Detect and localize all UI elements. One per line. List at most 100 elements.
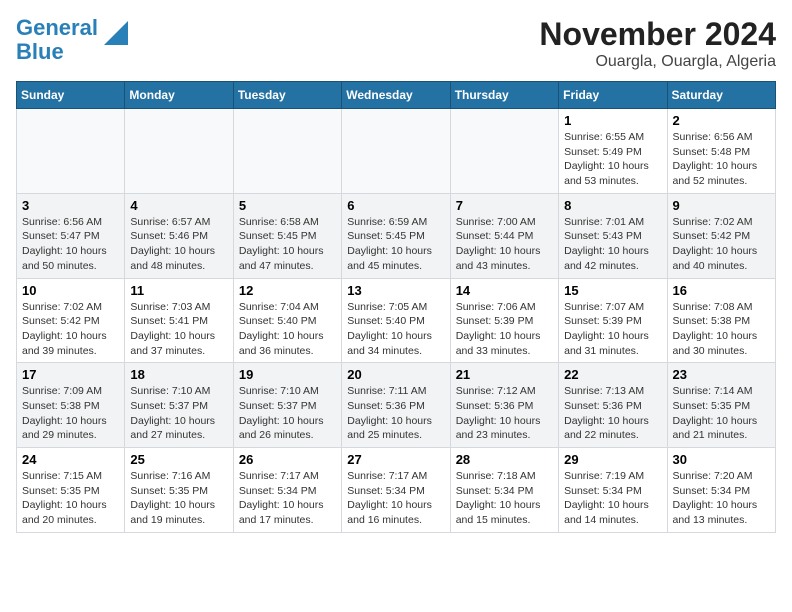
calendar-cell: 8 Sunrise: 7:01 AM Sunset: 5:43 PM Daylig… (559, 193, 667, 278)
day-number: 13 (347, 283, 444, 298)
day-detail: Sunrise: 6:59 AM Sunset: 5:45 PM Dayligh… (347, 215, 444, 274)
day-number: 29 (564, 452, 661, 467)
calendar-cell: 12Sunrise: 7:04 AM Sunset: 5:40 PM Dayli… (233, 278, 341, 363)
day-detail: Sunrise: 7:07 AM Sunset: 5:39 PM Dayligh… (564, 300, 661, 359)
day-detail: Sunrise: 7:10 AM Sunset: 5:37 PM Dayligh… (130, 384, 227, 443)
weekday-header: Tuesday (233, 82, 341, 109)
weekday-header: Monday (125, 82, 233, 109)
day-detail: Sunrise: 7:10 AM Sunset: 5:37 PM Dayligh… (239, 384, 336, 443)
day-detail: Sunrise: 7:11 AM Sunset: 5:36 PM Dayligh… (347, 384, 444, 443)
day-number: 2 (673, 113, 770, 128)
calendar-cell: 7 Sunrise: 7:00 AM Sunset: 5:44 PM Daylig… (450, 193, 558, 278)
calendar-cell: 26 Sunrise: 7:17 AM Sunset: 5:34 PM Dayli… (233, 448, 341, 533)
weekday-header: Saturday (667, 82, 775, 109)
weekday-header-row: SundayMondayTuesdayWednesdayThursdayFrid… (17, 82, 776, 109)
day-number: 28 (456, 452, 553, 467)
day-detail: Sunrise: 7:01 AM Sunset: 5:43 PM Dayligh… (564, 215, 661, 274)
day-number: 10 (22, 283, 119, 298)
calendar-cell: 27Sunrise: 7:17 AM Sunset: 5:34 PM Dayli… (342, 448, 450, 533)
day-number: 22 (564, 367, 661, 382)
day-number: 4 (130, 198, 227, 213)
calendar-cell: 11Sunrise: 7:03 AM Sunset: 5:41 PM Dayli… (125, 278, 233, 363)
day-number: 3 (22, 198, 119, 213)
calendar-cell: 22Sunrise: 7:13 AM Sunset: 5:36 PM Dayli… (559, 363, 667, 448)
day-number: 17 (22, 367, 119, 382)
calendar-cell: 1 Sunrise: 6:55 AM Sunset: 5:49 PM Daylig… (559, 109, 667, 194)
day-detail: Sunrise: 7:08 AM Sunset: 5:38 PM Dayligh… (673, 300, 770, 359)
calendar-week-row: 24 Sunrise: 7:15 AM Sunset: 5:35 PM Dayli… (17, 448, 776, 533)
day-number: 1 (564, 113, 661, 128)
day-number: 23 (673, 367, 770, 382)
calendar-cell: 28Sunrise: 7:18 AM Sunset: 5:34 PM Dayli… (450, 448, 558, 533)
day-detail: Sunrise: 6:55 AM Sunset: 5:49 PM Dayligh… (564, 130, 661, 189)
calendar-cell: 15Sunrise: 7:07 AM Sunset: 5:39 PM Dayli… (559, 278, 667, 363)
calendar-cell: 17 Sunrise: 7:09 AM Sunset: 5:38 PM Dayli… (17, 363, 125, 448)
calendar-table: SundayMondayTuesdayWednesdayThursdayFrid… (16, 81, 776, 533)
day-detail: Sunrise: 7:16 AM Sunset: 5:35 PM Dayligh… (130, 469, 227, 528)
day-number: 6 (347, 198, 444, 213)
calendar-week-row: 17 Sunrise: 7:09 AM Sunset: 5:38 PM Dayli… (17, 363, 776, 448)
calendar-cell: 19 Sunrise: 7:10 AM Sunset: 5:37 PM Dayli… (233, 363, 341, 448)
day-detail: Sunrise: 6:56 AM Sunset: 5:47 PM Dayligh… (22, 215, 119, 274)
calendar-cell: 2 Sunrise: 6:56 AM Sunset: 5:48 PM Daylig… (667, 109, 775, 194)
day-number: 18 (130, 367, 227, 382)
calendar-cell: 25 Sunrise: 7:16 AM Sunset: 5:35 PM Dayli… (125, 448, 233, 533)
calendar-week-row: 10Sunrise: 7:02 AM Sunset: 5:42 PM Dayli… (17, 278, 776, 363)
logo-text: GeneralBlue (16, 16, 98, 64)
day-number: 16 (673, 283, 770, 298)
day-number: 19 (239, 367, 336, 382)
day-detail: Sunrise: 7:17 AM Sunset: 5:34 PM Dayligh… (239, 469, 336, 528)
day-number: 26 (239, 452, 336, 467)
day-detail: Sunrise: 6:56 AM Sunset: 5:48 PM Dayligh… (673, 130, 770, 189)
day-detail: Sunrise: 7:19 AM Sunset: 5:34 PM Dayligh… (564, 469, 661, 528)
calendar-cell: 23 Sunrise: 7:14 AM Sunset: 5:35 PM Dayli… (667, 363, 775, 448)
day-number: 21 (456, 367, 553, 382)
calendar-cell: 5 Sunrise: 6:58 AM Sunset: 5:45 PM Daylig… (233, 193, 341, 278)
weekday-header: Friday (559, 82, 667, 109)
weekday-header: Wednesday (342, 82, 450, 109)
calendar-cell (233, 109, 341, 194)
day-detail: Sunrise: 7:15 AM Sunset: 5:35 PM Dayligh… (22, 469, 119, 528)
calendar-cell (342, 109, 450, 194)
calendar-week-row: 3 Sunrise: 6:56 AM Sunset: 5:47 PM Daylig… (17, 193, 776, 278)
calendar-cell (17, 109, 125, 194)
calendar-cell: 6 Sunrise: 6:59 AM Sunset: 5:45 PM Daylig… (342, 193, 450, 278)
header: GeneralBlue November 2024 Ouargla, Ouarg… (16, 16, 776, 71)
day-number: 7 (456, 198, 553, 213)
calendar-cell: 18 Sunrise: 7:10 AM Sunset: 5:37 PM Dayli… (125, 363, 233, 448)
day-detail: Sunrise: 7:04 AM Sunset: 5:40 PM Dayligh… (239, 300, 336, 359)
day-detail: Sunrise: 6:57 AM Sunset: 5:46 PM Dayligh… (130, 215, 227, 274)
day-number: 14 (456, 283, 553, 298)
logo-arrow-icon (100, 21, 128, 49)
calendar-title: November 2024 (539, 16, 776, 53)
day-number: 24 (22, 452, 119, 467)
day-detail: Sunrise: 7:00 AM Sunset: 5:44 PM Dayligh… (456, 215, 553, 274)
calendar-week-row: 1 Sunrise: 6:55 AM Sunset: 5:49 PM Daylig… (17, 109, 776, 194)
calendar-cell: 24 Sunrise: 7:15 AM Sunset: 5:35 PM Dayli… (17, 448, 125, 533)
logo: GeneralBlue (16, 16, 128, 64)
calendar-cell: 4 Sunrise: 6:57 AM Sunset: 5:46 PM Daylig… (125, 193, 233, 278)
day-detail: Sunrise: 7:14 AM Sunset: 5:35 PM Dayligh… (673, 384, 770, 443)
day-number: 25 (130, 452, 227, 467)
day-detail: Sunrise: 6:58 AM Sunset: 5:45 PM Dayligh… (239, 215, 336, 274)
calendar-cell (450, 109, 558, 194)
day-detail: Sunrise: 7:02 AM Sunset: 5:42 PM Dayligh… (673, 215, 770, 274)
calendar-cell (125, 109, 233, 194)
calendar-cell: 10Sunrise: 7:02 AM Sunset: 5:42 PM Dayli… (17, 278, 125, 363)
day-number: 11 (130, 283, 227, 298)
day-detail: Sunrise: 7:20 AM Sunset: 5:34 PM Dayligh… (673, 469, 770, 528)
day-number: 20 (347, 367, 444, 382)
calendar-cell: 20 Sunrise: 7:11 AM Sunset: 5:36 PM Dayli… (342, 363, 450, 448)
calendar-cell: 9 Sunrise: 7:02 AM Sunset: 5:42 PM Daylig… (667, 193, 775, 278)
weekday-header: Sunday (17, 82, 125, 109)
day-detail: Sunrise: 7:05 AM Sunset: 5:40 PM Dayligh… (347, 300, 444, 359)
day-number: 5 (239, 198, 336, 213)
calendar-cell: 30 Sunrise: 7:20 AM Sunset: 5:34 PM Dayli… (667, 448, 775, 533)
day-number: 30 (673, 452, 770, 467)
day-detail: Sunrise: 7:12 AM Sunset: 5:36 PM Dayligh… (456, 384, 553, 443)
calendar-cell: 16 Sunrise: 7:08 AM Sunset: 5:38 PM Dayli… (667, 278, 775, 363)
day-number: 8 (564, 198, 661, 213)
day-detail: Sunrise: 7:09 AM Sunset: 5:38 PM Dayligh… (22, 384, 119, 443)
day-number: 9 (673, 198, 770, 213)
day-detail: Sunrise: 7:06 AM Sunset: 5:39 PM Dayligh… (456, 300, 553, 359)
